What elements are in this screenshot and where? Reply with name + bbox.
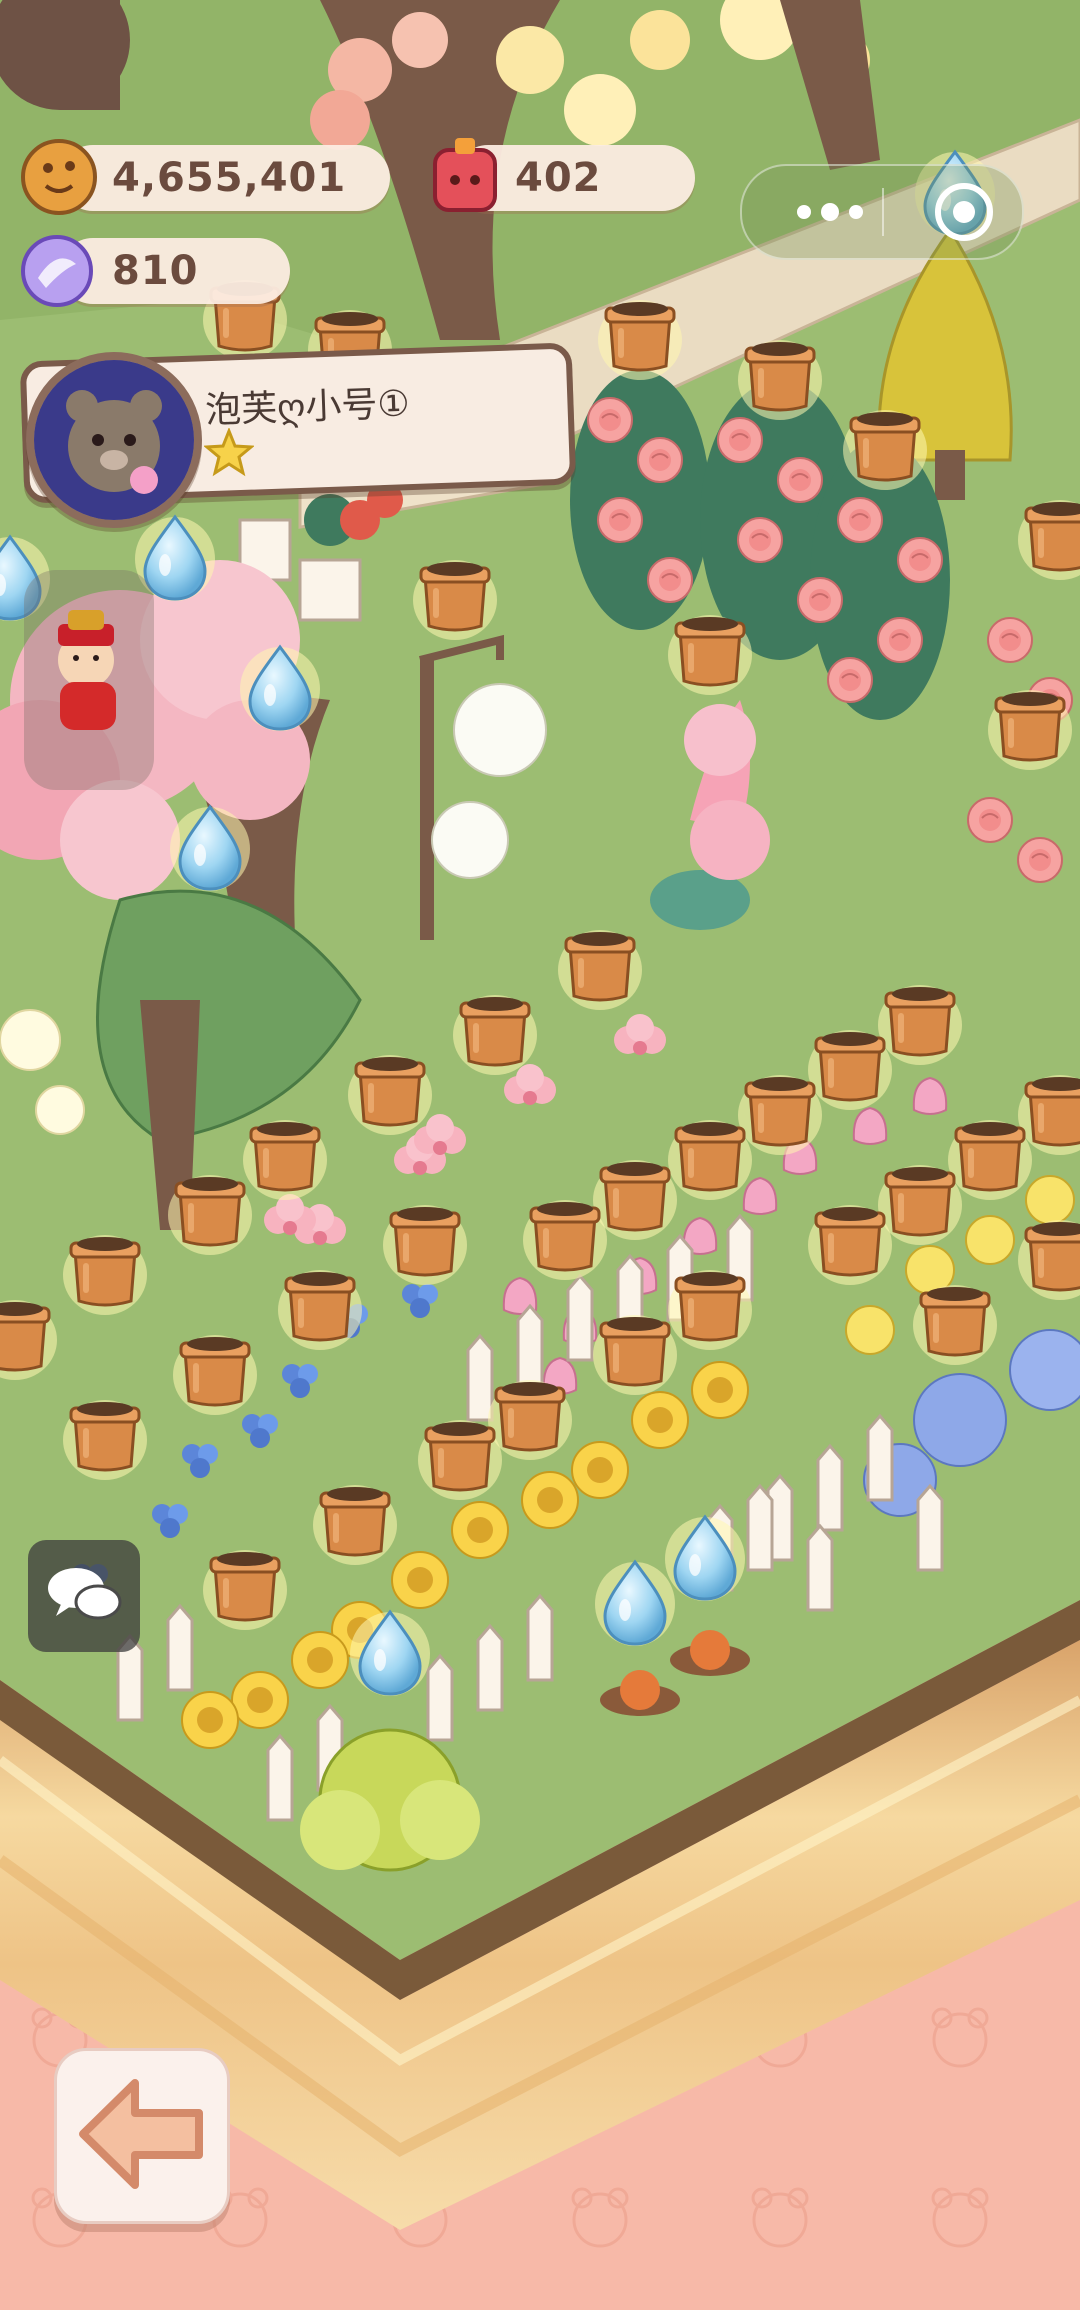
more-dots-icon[interactable] bbox=[790, 200, 870, 224]
back-button[interactable] bbox=[54, 2048, 230, 2224]
capsule-divider bbox=[882, 188, 884, 236]
bear-avatar-icon bbox=[34, 360, 194, 520]
crystal-value: 810 bbox=[112, 248, 199, 294]
purple-crystal-icon bbox=[21, 235, 93, 307]
event-side-panel[interactable] bbox=[24, 570, 154, 790]
player-name: 泡芙ღ小号① bbox=[204, 383, 411, 432]
coin-counter[interactable]: 4,655,401 bbox=[60, 145, 390, 211]
chat-button[interactable] bbox=[28, 1540, 140, 1652]
star-level-icon bbox=[204, 428, 254, 477]
mini-program-capsule bbox=[740, 164, 1024, 260]
gem-value: 402 bbox=[515, 155, 602, 201]
god-of-wealth-icon bbox=[58, 610, 116, 730]
target-icon[interactable] bbox=[932, 180, 996, 244]
chat-bubbles-icon bbox=[48, 1568, 122, 1620]
arrow-left-icon bbox=[79, 2079, 203, 2189]
coin-value: 4,655,401 bbox=[112, 155, 347, 201]
red-gem-icon bbox=[433, 138, 497, 212]
cookie-coin-icon bbox=[21, 139, 97, 215]
avatar[interactable] bbox=[26, 352, 202, 528]
